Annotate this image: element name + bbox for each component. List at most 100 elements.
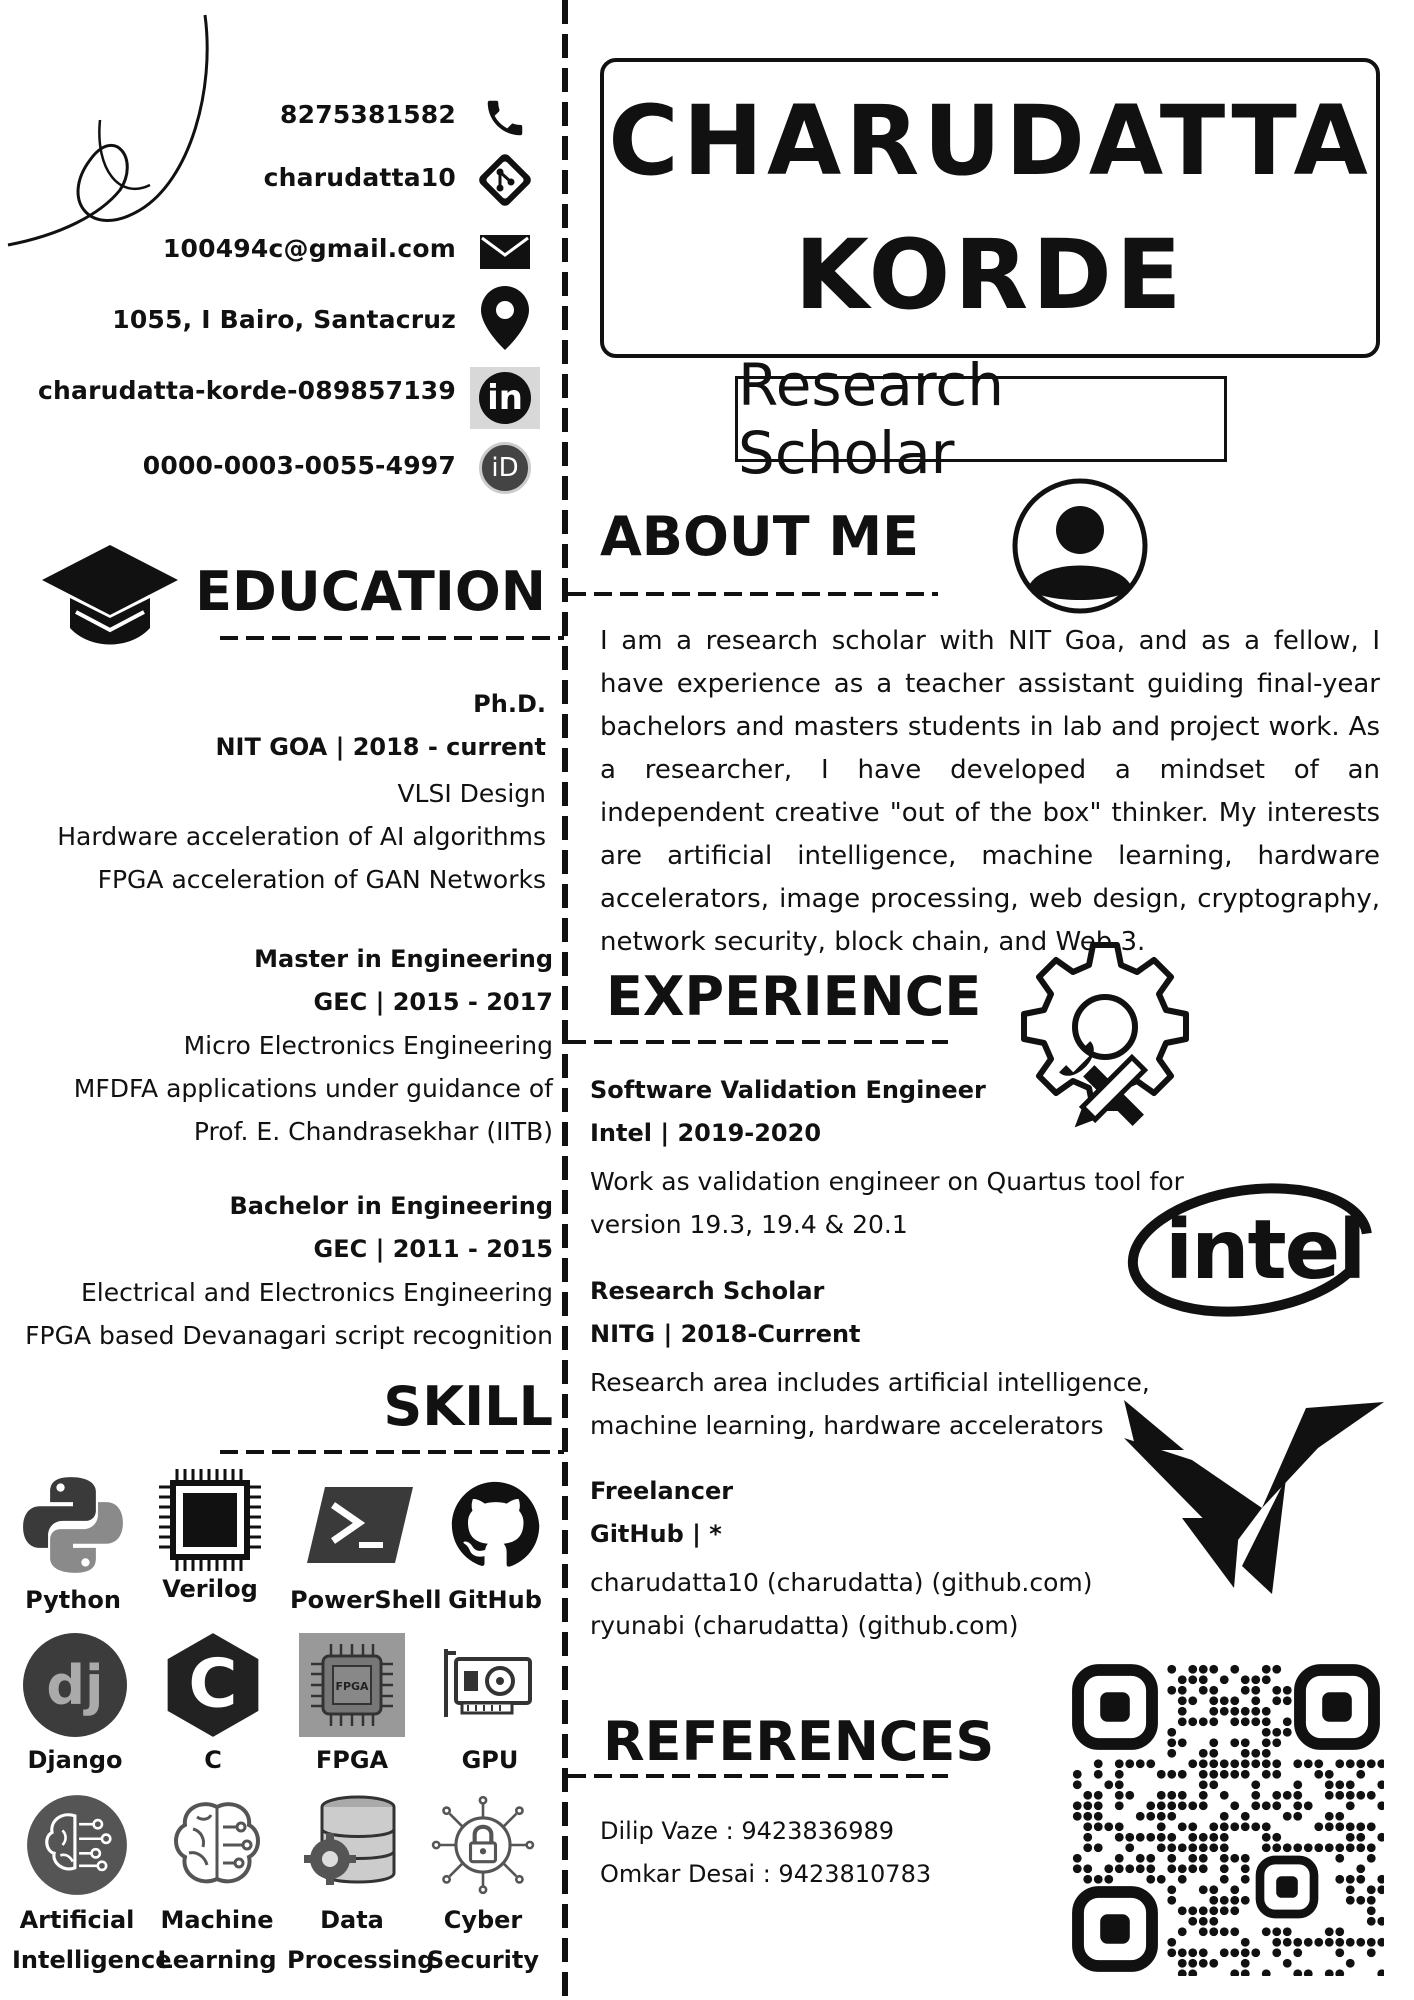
edu-line: VLSI Design: [397, 779, 546, 808]
skill-label-2: Processing: [287, 1946, 435, 1974]
skill-label: Data: [320, 1906, 384, 1934]
skill-data-processing: Data Processing: [287, 1790, 435, 1980]
skill-label: GPU: [461, 1746, 519, 1774]
linkedin-handle: charudatta-korde-089857139: [38, 376, 456, 405]
skill-ai: Artificial Intelligence: [12, 1790, 172, 1980]
skill-python: Python: [8, 1470, 138, 1620]
skill-label: Artificial: [19, 1906, 135, 1934]
exp-line: machine learning, hardware accelerators: [590, 1411, 1104, 1440]
exp-org: NITG | 2018-Current: [590, 1320, 861, 1348]
git-username: charudatta10: [263, 163, 456, 192]
svg-text:FPGA: FPGA: [335, 1680, 369, 1693]
exp-role: Software Validation Engineer: [590, 1076, 986, 1104]
edu-degree: Bachelor in Engineering: [229, 1192, 553, 1220]
reference-item: Omkar Desai : 9423810783: [600, 1860, 932, 1888]
about-underline: [568, 592, 938, 596]
contact-git: charudatta10: [264, 163, 456, 192]
experience-intel: Software Validation Engineer Intel | 201…: [590, 1069, 1184, 1246]
exp-role: Research Scholar: [590, 1277, 825, 1305]
linkedin-icon: in: [470, 367, 540, 429]
column-divider: [562, 0, 568, 2000]
edu-line: FPGA acceleration of GAN Networks: [97, 865, 546, 894]
edu-line: Electrical and Electronics Engineering: [80, 1278, 553, 1307]
exp-line: Work as validation engineer on Quartus t…: [590, 1167, 1184, 1196]
edu-place: NIT GOA | 2018 - current: [215, 733, 546, 761]
intel-logo-text: intel: [1165, 1203, 1366, 1298]
skill-label: Django: [27, 1746, 123, 1774]
skill-label-2: Intelligence: [12, 1946, 172, 1974]
c-language-icon: C: [148, 1630, 278, 1740]
about-text: I am a research scholar with NIT Goa, an…: [600, 626, 1380, 957]
experience-title: EXPERIENCE: [606, 965, 982, 1028]
skill-label: C: [204, 1746, 222, 1774]
skill-label: GitHub: [448, 1586, 542, 1614]
edu-line: Prof. E. Chandrasekhar (IITB): [193, 1117, 553, 1146]
database-gear-icon: [287, 1790, 417, 1900]
lock-circuit-icon: [418, 1790, 548, 1900]
phone-icon: [470, 90, 540, 146]
location-pin-icon: [470, 286, 540, 350]
python-icon: [8, 1470, 138, 1580]
avatar-icon: [1012, 478, 1148, 614]
skill-github: GitHub: [430, 1470, 560, 1620]
edu-degree: Ph.D.: [473, 690, 546, 718]
edu-line: Hardware acceleration of AI algorithms: [57, 822, 546, 851]
orcid-icon: iD: [470, 440, 540, 496]
contact-email: 100494c@gmail.com: [163, 234, 456, 263]
email-address: 100494c@gmail.com: [162, 234, 456, 263]
intel-logo: intel: [1125, 1175, 1380, 1325]
contact-address: 1055, I Bairo, Santacruz: [112, 305, 456, 334]
education-masters: Master in Engineering GEC | 2015 - 2017 …: [74, 938, 553, 1153]
mail-icon: [470, 224, 540, 280]
ml-brain-icon: [152, 1790, 282, 1900]
git-icon: [470, 152, 540, 208]
first-name: CHARUDATTA: [608, 84, 1372, 197]
edu-degree: Master in Engineering: [254, 945, 553, 973]
skill-label-2: Security: [426, 1946, 540, 1974]
contact-phone: 8275381582: [280, 100, 456, 129]
gpu-icon: [425, 1630, 555, 1740]
about-title: ABOUT ME: [600, 505, 919, 568]
chip-icon: [145, 1465, 275, 1575]
exp-link[interactable]: charudatta10 (charudatta) (github.com): [590, 1561, 1093, 1604]
skill-c: C C: [148, 1630, 278, 1780]
exp-line: version 19.3, 19.4 & 20.1: [590, 1210, 908, 1239]
education-title: EDUCATION: [195, 560, 546, 623]
skill-label: Python: [25, 1586, 121, 1614]
skill-gpu: GPU: [425, 1630, 555, 1780]
fpga-icon: FPGA: [282, 1630, 422, 1740]
skill-fpga: FPGA FPGA: [282, 1630, 422, 1780]
orcid-id: 0000-0003-0055-4997: [142, 451, 456, 480]
skill-title: SKILL: [383, 1375, 553, 1438]
phone-number: 8275381582: [280, 100, 456, 129]
edu-place: GEC | 2011 - 2015: [313, 1235, 553, 1263]
contact-orcid: 0000-0003-0055-4997: [143, 451, 456, 480]
skill-underline: [220, 1450, 564, 1454]
skill-label-2: Learning: [157, 1946, 277, 1974]
last-name: KORDE: [794, 219, 1186, 331]
exp-line: Research area includes artificial intell…: [590, 1368, 1150, 1397]
github-icon: [430, 1470, 560, 1580]
ai-brain-icon: [12, 1790, 142, 1900]
skill-label: Verilog: [162, 1575, 258, 1603]
powershell-icon: [290, 1470, 430, 1580]
svg-text:C: C: [188, 1645, 237, 1723]
django-icon: dj: [10, 1630, 140, 1740]
reference-item: Dilip Vaze : 9423836989: [600, 1817, 895, 1845]
role-title: Research Scholar: [735, 351, 1227, 487]
experience-underline: [568, 1040, 948, 1044]
education-phd: Ph.D. NIT GOA | 2018 - current VLSI Desi…: [57, 683, 546, 901]
graduation-cap-icon: [42, 545, 178, 645]
skill-cyber-security: Cyber Security: [418, 1790, 548, 1980]
skill-label: FPGA: [315, 1746, 389, 1774]
skill-label: Cyber: [443, 1906, 523, 1934]
exp-link[interactable]: ryunabi (charudatta) (github.com): [590, 1604, 1093, 1647]
experience-freelancer: Freelancer GitHub | * charudatta10 (char…: [590, 1470, 1093, 1647]
skill-verilog: Verilog: [145, 1465, 275, 1609]
skill-label: Machine: [160, 1906, 274, 1934]
exp-org: GitHub | *: [590, 1520, 722, 1548]
experience-nitg: Research Scholar NITG | 2018-Current Res…: [590, 1270, 1150, 1447]
contact-linkedin: charudatta-korde-089857139: [38, 376, 456, 405]
qr-code[interactable]: [1068, 1660, 1384, 1976]
edu-place: GEC | 2015 - 2017: [313, 988, 553, 1016]
